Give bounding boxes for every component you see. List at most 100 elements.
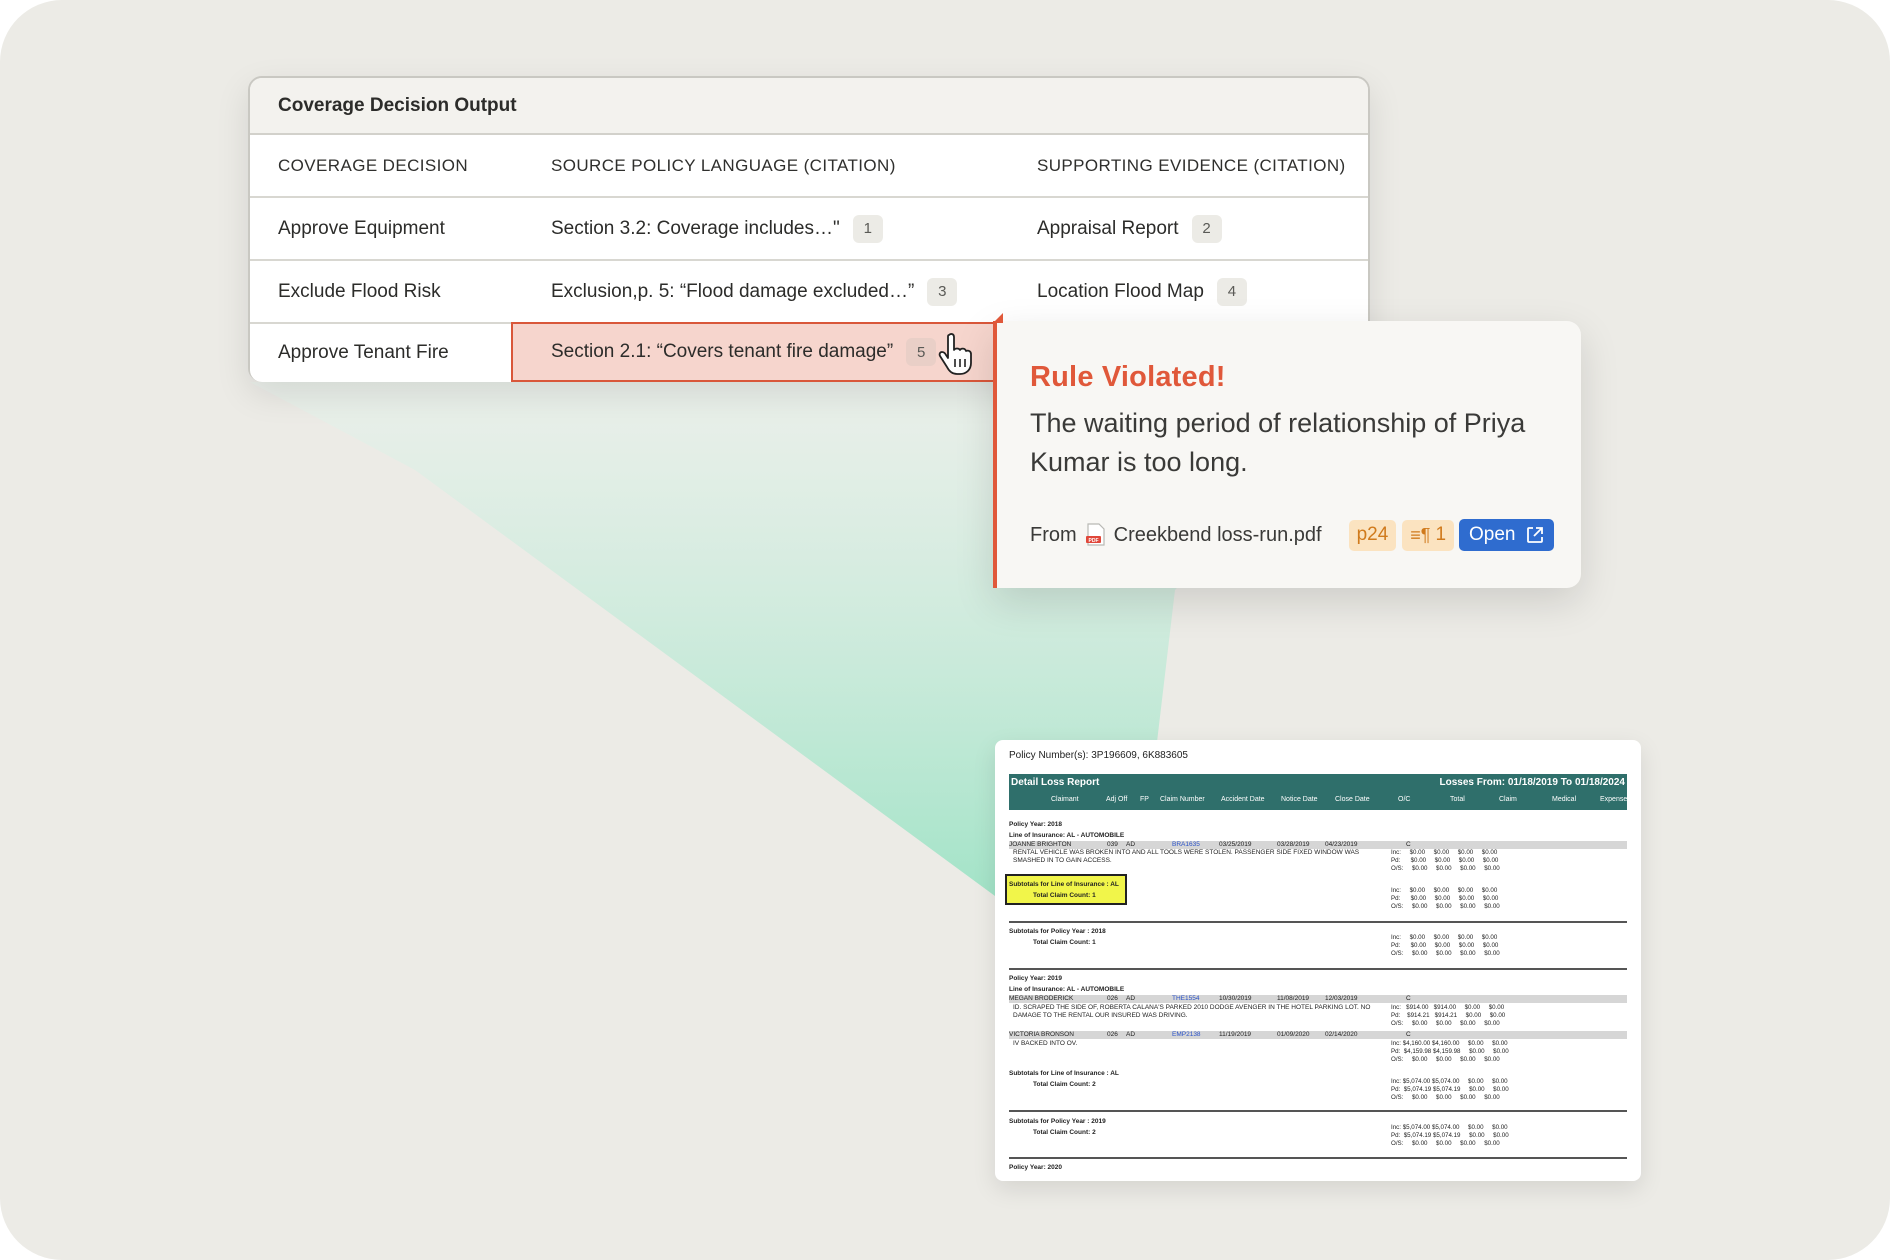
- popup-headline: Rule Violated!: [1030, 361, 1226, 393]
- claim-amounts: Inc: $4,160.00 $4,160.00 $0.00 $0.00 Pd:…: [1391, 1040, 1509, 1063]
- column-header-source: SOURCE POLICY LANGUAGE (CITATION): [551, 155, 896, 175]
- citation-badge[interactable]: 4: [1216, 277, 1247, 306]
- subtotal-heading: Subtotals for Line of Insurance : AL: [1009, 881, 1119, 888]
- page-tag[interactable]: p24: [1348, 519, 1397, 551]
- column-label: Claimant: [1051, 796, 1079, 803]
- source-text: Exclusion,p. 5: “Flood damage excluded…”: [551, 280, 915, 302]
- source-line: From PDF Creekbend loss-run.pdf p24 ≡¶ 1…: [1030, 519, 1554, 551]
- column-header-evidence: SUPPORTING EVIDENCE (CITATION): [1037, 155, 1346, 175]
- open-button-label: Open: [1469, 524, 1516, 545]
- claim-number-link[interactable]: BRA1635: [1172, 841, 1200, 848]
- table-row[interactable]: Approve Equipment Section 3.2: Coverage …: [250, 198, 1368, 261]
- line-of-insurance-heading: Line of Insurance: AL - AUTOMOBILE: [1009, 832, 1125, 839]
- evidence-text: Location Flood Map: [1037, 280, 1204, 302]
- fp-code: AD: [1126, 1031, 1136, 1038]
- close-date: 12/03/2019: [1325, 995, 1358, 1002]
- open-closed-status: C: [1406, 995, 1411, 1002]
- column-label: Close Date: [1335, 796, 1370, 803]
- citation-badge[interactable]: 5: [906, 338, 937, 366]
- adj-office: 026: [1107, 1031, 1118, 1038]
- subtotal-amounts: Inc: $5,074.00 $5,074.00 $0.00 $0.00 Pd:…: [1391, 1124, 1509, 1147]
- section-divider: [1009, 968, 1627, 970]
- evidence-cell: Appraisal Report 2: [1037, 198, 1222, 259]
- column-label: Expense: [1600, 796, 1628, 803]
- column-label: Total: [1450, 796, 1465, 803]
- citation-badge[interactable]: 2: [1191, 214, 1222, 243]
- section-divider: [1009, 1110, 1627, 1112]
- subtotal-heading: Subtotals for Policy Year : 2018: [1009, 928, 1106, 935]
- claimant-name: MEGAN BRODERICK: [1009, 995, 1074, 1002]
- source-cell: Section 3.2: Coverage includes…" 1: [551, 198, 883, 259]
- column-label: Adj Off: [1106, 796, 1128, 803]
- open-button[interactable]: Open: [1459, 519, 1554, 551]
- pdf-file-icon: PDF: [1085, 523, 1105, 546]
- claim-count: Total Claim Count: 1: [1033, 939, 1096, 946]
- claim-count: Total Claim Count: 2: [1033, 1129, 1096, 1136]
- claim-count: Total Claim Count: 1: [1033, 892, 1096, 899]
- fp-code: AD: [1126, 841, 1136, 848]
- claim-row: JOANNE BRIGHTON: [1009, 841, 1071, 848]
- decision-cell: Approve Tenant Fire: [278, 342, 449, 363]
- notice-date: 03/28/2019: [1277, 841, 1310, 848]
- claim-number-link[interactable]: EMP2138: [1172, 1031, 1201, 1038]
- fp-code: AD: [1126, 995, 1136, 1002]
- column-label: Notice Date: [1281, 796, 1318, 803]
- close-date: 02/14/2020: [1325, 1031, 1358, 1038]
- subtotal-heading: Subtotals for Line of Insurance : AL: [1009, 1070, 1119, 1077]
- accident-date: 10/30/2019: [1219, 995, 1252, 1002]
- citation-badge[interactable]: 1: [852, 214, 883, 243]
- report-title: Detail Loss Report: [1011, 777, 1100, 788]
- decision-cell: Approve Equipment: [278, 217, 445, 239]
- column-label: Accident Date: [1221, 796, 1265, 803]
- notice-date: 01/09/2020: [1277, 1031, 1310, 1038]
- claim-count: Total Claim Count: 2: [1033, 1081, 1096, 1088]
- claim-number-link[interactable]: THE1554: [1172, 995, 1199, 1002]
- external-link-icon: [1526, 527, 1543, 543]
- table-header-row: COVERAGE DECISION SOURCE POLICY LANGUAGE…: [250, 135, 1368, 198]
- claim-row-band: [1009, 995, 1627, 1003]
- highlighted-subtotal-box: [1005, 874, 1127, 905]
- open-closed-status: C: [1406, 1031, 1411, 1038]
- file-name[interactable]: Creekbend loss-run.pdf: [1114, 524, 1322, 547]
- source-text: Section 3.2: Coverage includes…": [551, 217, 840, 239]
- violated-source-cell[interactable]: Section 2.1: “Covers tenant fire damage”…: [511, 322, 997, 382]
- claim-description: ID. SCRAPED THE SIDE OF, ROBERTA CALANA'…: [1013, 1004, 1371, 1011]
- column-label: O/C: [1398, 796, 1411, 803]
- rule-violation-popup: Rule Violated! The waiting period of rel…: [993, 313, 1581, 588]
- paragraph-tag[interactable]: ≡¶ 1: [1402, 519, 1455, 551]
- column-label: Claim Number: [1160, 796, 1205, 803]
- subtotal-amounts: Inc: $0.00 $0.00 $0.00 $0.00 Pd: $0.00 $…: [1391, 887, 1500, 910]
- column-header-decision: COVERAGE DECISION: [278, 155, 469, 175]
- section-divider: [1009, 921, 1627, 923]
- table-row[interactable]: Exclude Flood Risk Exclusion,p. 5: “Floo…: [250, 261, 1368, 324]
- source-text: Section 2.1: “Covers tenant fire damage”: [551, 341, 894, 362]
- close-date: 04/23/2019: [1325, 841, 1358, 848]
- claim-amounts: Inc: $0.00 $0.00 $0.00 $0.00 Pd: $0.00 $…: [1391, 849, 1500, 872]
- claimant-name: VICTORIA BRONSON: [1009, 1031, 1074, 1038]
- decision-cell: Exclude Flood Risk: [278, 280, 441, 302]
- hand-pointer-icon: [938, 333, 972, 375]
- subtotal-amounts: Inc: $5,074.00 $5,074.00 $0.00 $0.00 Pd:…: [1391, 1078, 1509, 1101]
- claim-row-band: [1009, 841, 1627, 849]
- subtotal-heading: Subtotals for Policy Year : 2019: [1009, 1118, 1106, 1125]
- column-label: Claim: [1499, 796, 1517, 803]
- policy-year-heading: Policy Year: 2018: [1009, 821, 1063, 828]
- notice-date: 11/08/2019: [1277, 995, 1310, 1002]
- citation-badge[interactable]: 3: [927, 277, 958, 306]
- evidence-cell: Location Flood Map 4: [1037, 261, 1247, 322]
- claim-description: RENTAL VEHICLE WAS BROKEN INTO AND ALL T…: [1013, 849, 1360, 864]
- from-label: From: [1030, 523, 1077, 546]
- column-label: Medical: [1552, 796, 1577, 803]
- claimant-name: JOANNE BRIGHTON: [1009, 841, 1072, 848]
- policy-year-heading: Policy Year: 2020: [1009, 1164, 1063, 1171]
- claim-row-band: [1009, 1031, 1627, 1039]
- background-canvas: Coverage Decision Output COVERAGE DECISI…: [0, 0, 1890, 1260]
- subtotal-amounts: Inc: $0.00 $0.00 $0.00 $0.00 Pd: $0.00 $…: [1391, 934, 1500, 957]
- adj-office: 039: [1107, 841, 1118, 848]
- policy-numbers: Policy Number(s): 3P196609, 6K883605: [1009, 750, 1188, 761]
- paragraph-number: 1: [1435, 524, 1447, 545]
- evidence-text: Appraisal Report: [1037, 217, 1179, 239]
- claim-description: DAMAGE TO THE RENTAL OUR INSURED WAS DRI…: [1013, 1012, 1188, 1019]
- report-header-bar: Detail Loss Report Losses From: 01/18/20…: [1009, 774, 1627, 810]
- loss-run-document-preview[interactable]: Policy Number(s): 3P196609, 6K883605 Det…: [995, 740, 1641, 1181]
